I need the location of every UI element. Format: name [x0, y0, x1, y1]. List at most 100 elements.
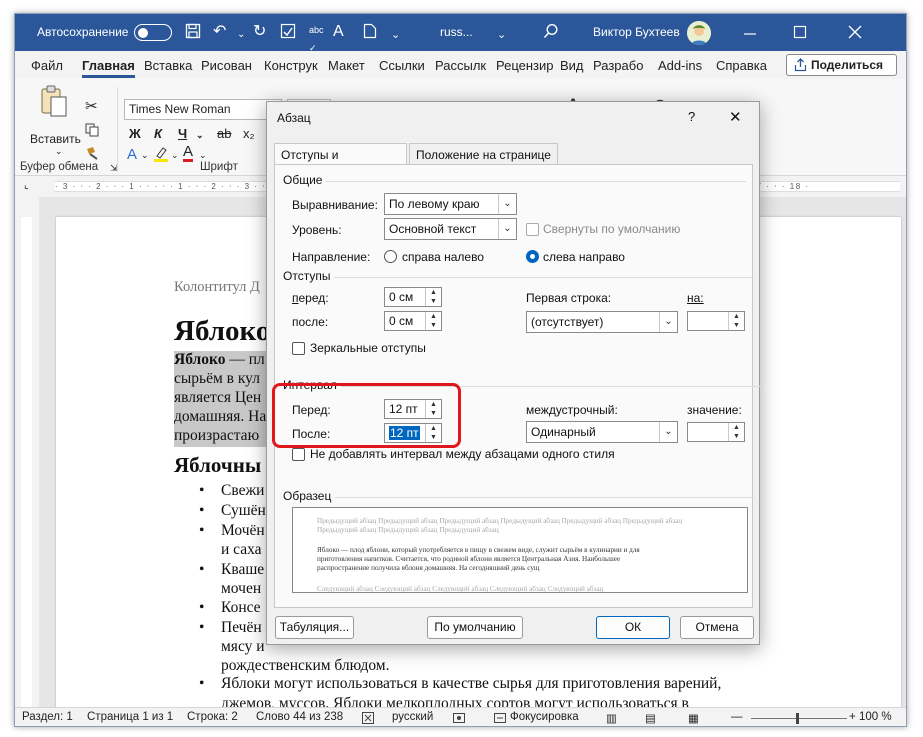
- mirror-indents-checkbox[interactable]: [292, 342, 305, 355]
- list-item: Консе: [221, 599, 261, 616]
- first-line-select[interactable]: (отсутствует) ⌄: [526, 311, 678, 333]
- status-page[interactable]: Страница 1 из 1: [87, 711, 173, 723]
- status-words[interactable]: Слово 44 из 238: [256, 711, 343, 723]
- underline-dropdown-icon[interactable]: ⌄: [196, 130, 204, 141]
- zoom-level[interactable]: 100 %: [859, 711, 892, 723]
- text-effects-icon[interactable]: A: [127, 146, 137, 163]
- print-layout-icon[interactable]: ▤: [645, 711, 656, 725]
- tabs-button[interactable]: Табуляция...: [275, 616, 354, 639]
- undo-icon[interactable]: ↶: [213, 23, 226, 41]
- strikethrough-button[interactable]: ab: [217, 126, 231, 141]
- tab-line-page-breaks[interactable]: Положение на странице: [409, 143, 558, 165]
- italic-button[interactable]: К: [154, 126, 162, 141]
- indent-by-input[interactable]: ▲ ▼: [687, 311, 745, 331]
- accessibility-icon[interactable]: [493, 711, 507, 726]
- save-icon[interactable]: [185, 23, 201, 44]
- status-line[interactable]: Строка: 2: [187, 711, 238, 723]
- indent-before-input[interactable]: 0 см ▲ ▼: [384, 287, 442, 307]
- status-language[interactable]: русский: [392, 711, 433, 723]
- proofing-icon[interactable]: [361, 711, 375, 726]
- highlight-icon[interactable]: [153, 146, 169, 165]
- web-layout-icon[interactable]: ▦: [688, 711, 699, 725]
- autosave-toggle[interactable]: [134, 24, 172, 41]
- focus-label[interactable]: Фокусировка: [510, 711, 579, 723]
- spin-icon: ▲ ▼: [728, 423, 744, 441]
- status-section[interactable]: Раздел: 1: [22, 711, 73, 723]
- read-mode-icon[interactable]: ▥: [606, 711, 617, 725]
- bold-button[interactable]: Ж: [129, 126, 141, 141]
- ok-button[interactable]: ОК: [596, 616, 670, 639]
- paste-icon[interactable]: [39, 85, 69, 122]
- qat-more-icon[interactable]: ⌄: [391, 26, 400, 44]
- tab-view[interactable]: Вид: [560, 58, 584, 73]
- rtl-radio[interactable]: [384, 250, 397, 263]
- maximize-icon[interactable]: [793, 25, 807, 44]
- indent-after-input[interactable]: 0 см ▲ ▼: [384, 311, 442, 331]
- tab-design[interactable]: Конструк: [264, 58, 318, 73]
- set-default-button[interactable]: По умолчанию: [427, 616, 523, 639]
- alignment-select[interactable]: По левому краю ⌄: [384, 193, 517, 215]
- help-button[interactable]: ?: [688, 109, 695, 124]
- text-effects-dropdown-icon[interactable]: ⌄: [141, 150, 149, 161]
- preview-sample-line-3: распространение получила яблоня домашняя…: [317, 564, 540, 572]
- spacing-at-label: значение:: [687, 403, 742, 417]
- user-name[interactable]: Виктор Бухтеев: [593, 25, 680, 39]
- spelling-icon[interactable]: [280, 23, 296, 44]
- ltr-radio[interactable]: [526, 250, 539, 263]
- tab-mailings[interactable]: Рассылк: [435, 58, 486, 73]
- zoom-slider-thumb[interactable]: [796, 713, 799, 724]
- tab-insert[interactable]: Вставка: [144, 58, 192, 73]
- highlight-dropdown-icon[interactable]: ⌄: [171, 150, 179, 161]
- para-line-1: Яблоко — пл: [174, 351, 265, 368]
- level-label: Уровень:: [292, 223, 342, 237]
- doc-name-chevron-icon[interactable]: ⌄: [497, 26, 506, 44]
- paste-dropdown-icon[interactable]: ⌄: [55, 146, 63, 157]
- tab-help[interactable]: Справка: [716, 58, 767, 73]
- collapsed-checkbox[interactable]: [526, 223, 539, 236]
- zoom-in-icon[interactable]: +: [849, 711, 856, 723]
- heading-1: Яблоко: [174, 315, 271, 347]
- zoom-slider[interactable]: [751, 718, 847, 719]
- paste-label[interactable]: Вставить: [30, 132, 81, 146]
- undo-dropdown-icon[interactable]: ⌄: [237, 26, 245, 44]
- tab-home[interactable]: Главная: [82, 58, 135, 78]
- cancel-button[interactable]: Отмена: [680, 616, 754, 639]
- redo-icon[interactable]: ↻: [253, 23, 266, 41]
- tab-indents-spacing[interactable]: Отступы и интервалы: [274, 143, 407, 176]
- minimize-icon[interactable]: [743, 27, 757, 45]
- underline-button[interactable]: Ч: [178, 126, 187, 141]
- tab-addins[interactable]: Add-ins: [658, 58, 702, 73]
- share-button[interactable]: Поделиться: [786, 54, 897, 76]
- zoom-out-icon[interactable]: —: [731, 711, 743, 723]
- search-icon[interactable]: [543, 23, 559, 44]
- tab-file[interactable]: Файл: [31, 58, 63, 73]
- subscript-button[interactable]: x₂: [243, 126, 255, 141]
- tab-developer[interactable]: Разрабо: [593, 58, 643, 73]
- indent-before-label: перед:: [292, 291, 329, 305]
- rtl-label: справа налево: [402, 250, 484, 264]
- preview-sample-line-2: приготовления напитков. Считается, что р…: [317, 555, 621, 563]
- font-name-input[interactable]: Times New Roman ⌄: [124, 99, 282, 120]
- new-doc-icon[interactable]: [363, 23, 377, 44]
- copy-icon[interactable]: [85, 123, 99, 140]
- font-color-dropdown-icon[interactable]: ⌄: [199, 150, 207, 161]
- outline-level-select[interactable]: Основной текст ⌄: [384, 218, 517, 240]
- tab-references[interactable]: Ссылки: [379, 58, 425, 73]
- window-close-icon[interactable]: [848, 25, 862, 44]
- cut-icon[interactable]: ✂: [85, 97, 98, 115]
- list-item: Печён: [221, 619, 262, 636]
- text-predictions-icon[interactable]: [452, 711, 466, 726]
- section-indents: Отступы: [283, 269, 759, 283]
- tab-review[interactable]: Рецензир: [496, 58, 554, 73]
- tab-selector-icon[interactable]: ⌞: [24, 180, 29, 191]
- close-icon[interactable]: ✕: [729, 108, 742, 126]
- autosave-label: Автосохранение: [37, 25, 129, 39]
- line-spacing-select[interactable]: Одинарный ⌄: [526, 421, 678, 443]
- no-space-same-style-checkbox[interactable]: [292, 448, 305, 461]
- avatar[interactable]: [687, 21, 711, 45]
- tab-layout[interactable]: Макет: [328, 58, 365, 73]
- tab-draw[interactable]: Рисован: [201, 58, 252, 73]
- spacing-at-input[interactable]: ▲ ▼: [687, 422, 745, 442]
- read-aloud-icon[interactable]: A: [333, 23, 344, 41]
- font-color-icon[interactable]: A: [183, 144, 194, 162]
